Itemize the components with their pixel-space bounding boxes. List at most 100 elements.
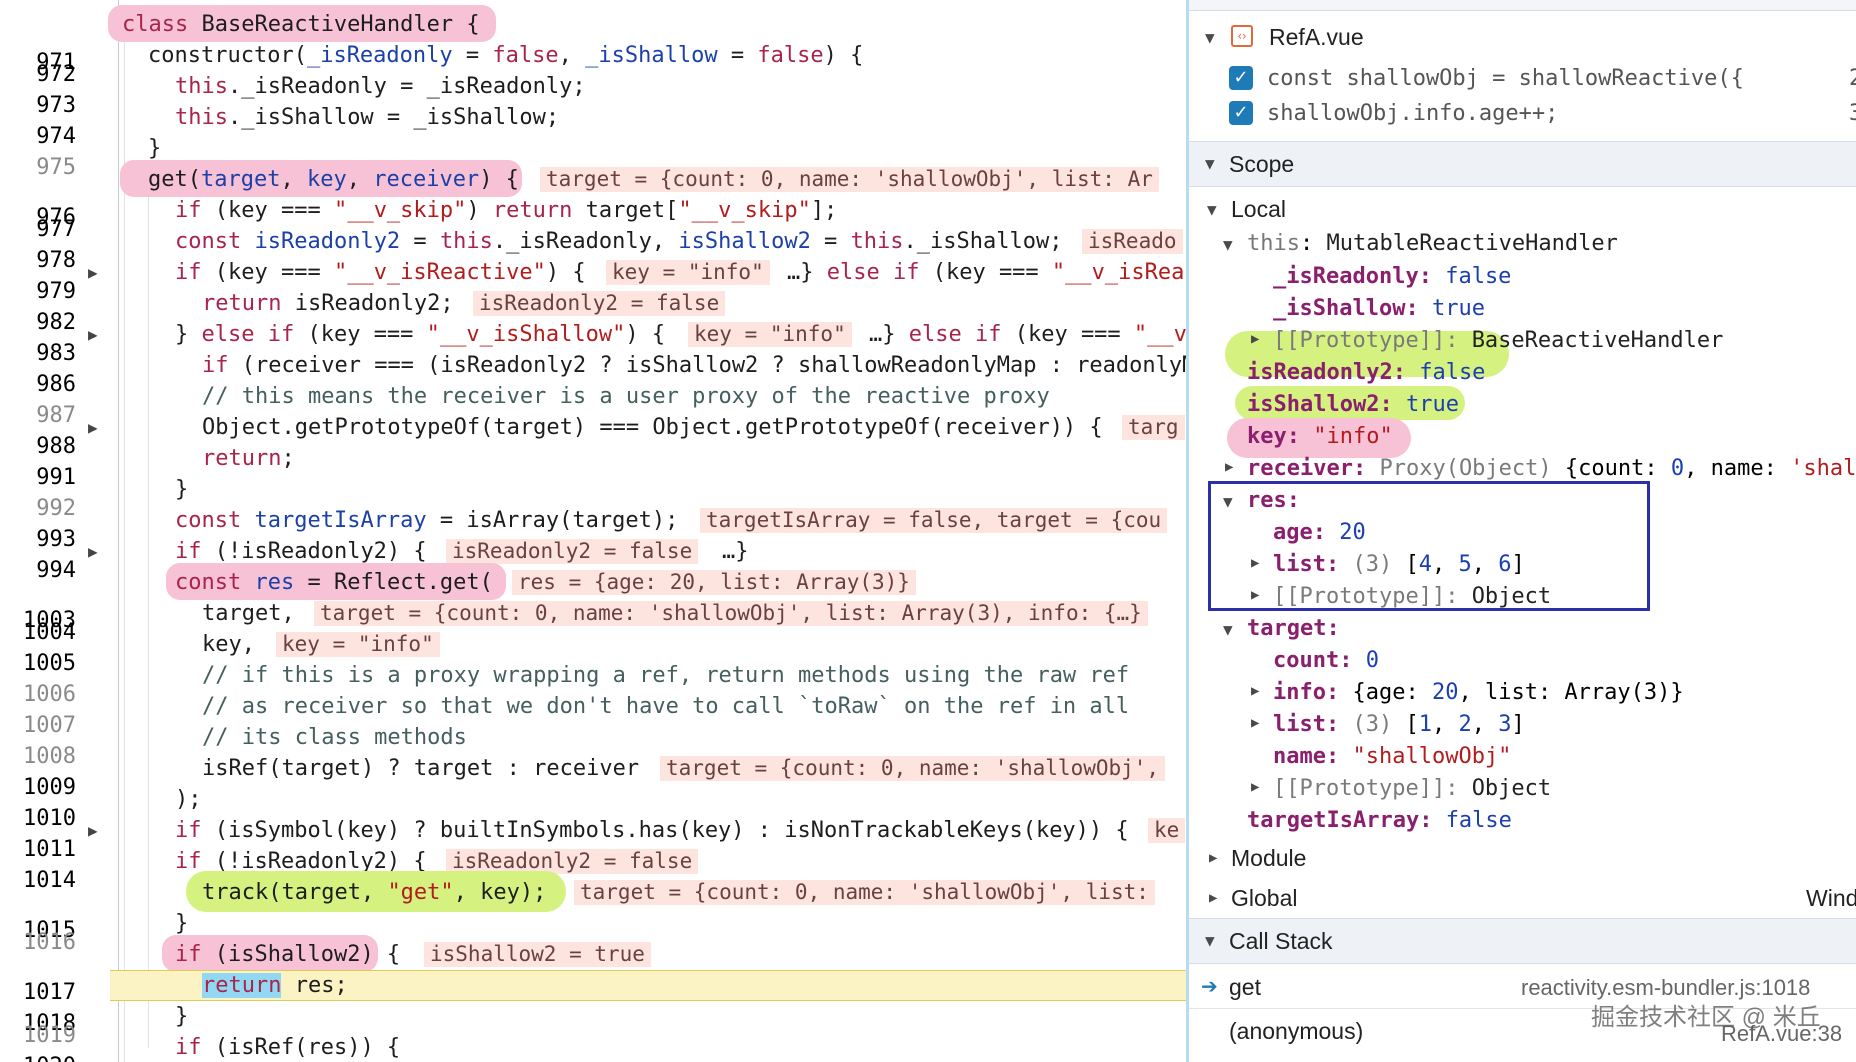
- inline-value: ke: [1148, 818, 1186, 843]
- code-line-1005[interactable]: 1005 key, key = "info": [0, 629, 1186, 676]
- expand-arrow-icon[interactable]: ▶: [88, 815, 106, 846]
- code-line-979[interactable]: 979 ▶ if (key === "__v_isReactive") { ke…: [0, 257, 1186, 304]
- inline-value: isShallow2 = true: [424, 942, 651, 967]
- chevron-right-icon[interactable]: ▶: [1251, 715, 1259, 731]
- scope-var-targetisarray[interactable]: targetIsArray: false: [1189, 805, 1856, 837]
- scope-global-row[interactable]: ▶ Global Wind: [1189, 882, 1856, 916]
- scope-var-row[interactable]: ▶ list: (3) [1, 2, 3]: [1189, 709, 1856, 741]
- code-line-977[interactable]: 977 if (key === "__v_skip") return targe…: [0, 195, 1186, 242]
- code-line-986[interactable]: 986 if (receiver === (isReadonly2 ? isSh…: [0, 350, 1186, 397]
- scope-var-row[interactable]: name: "shallowObj": [1189, 741, 1856, 773]
- scope-var-row[interactable]: _isReadonly: false: [1189, 261, 1856, 293]
- code-line-1006[interactable]: 1006 // if this is a proxy wrapping a re…: [0, 660, 1186, 707]
- code-comment: // its class methods: [202, 725, 467, 750]
- code-token: if: [175, 818, 202, 843]
- code-token: (key ===: [1001, 322, 1134, 347]
- code-line-1004[interactable]: 1004 target, target = {count: 0, name: '…: [0, 598, 1186, 645]
- code-token: isShallow2: [678, 229, 811, 254]
- chevron-down-icon[interactable]: ▼: [1223, 235, 1233, 254]
- code-line-1010[interactable]: 1010 );: [0, 784, 1186, 831]
- var-name: this: [1247, 231, 1300, 256]
- code-line-1009[interactable]: 1009 isRef(target) ? target : receiver t…: [0, 753, 1186, 800]
- chevron-down-icon[interactable]: ▼: [1205, 28, 1215, 47]
- callstack-section-header[interactable]: ▼ Call Stack: [1189, 918, 1856, 964]
- scope-local-row[interactable]: ▼ Local: [1189, 192, 1856, 226]
- code-line-973[interactable]: 973 this._isReadonly = _isReadonly;: [0, 71, 1186, 118]
- expand-arrow-icon[interactable]: ▶: [88, 257, 106, 288]
- code-token: if: [175, 1035, 202, 1060]
- scope-var-isshallow2[interactable]: isShallow2: true: [1189, 389, 1856, 421]
- chevron-right-icon[interactable]: ▶: [1251, 331, 1259, 347]
- var-value: 0: [1670, 456, 1685, 481]
- expand-arrow-icon[interactable]: ▶: [88, 319, 106, 350]
- var-value: {count:: [1551, 456, 1671, 481]
- scope-var-row[interactable]: ▶ [[Prototype]]: Object: [1189, 773, 1856, 805]
- code-line-1003[interactable]: 1003 const res = Reflect.get( res = {age…: [0, 563, 1186, 633]
- code-token: target: [200, 167, 281, 192]
- code-line-1020[interactable]: 1020 if (isRef(res)) {: [0, 1032, 1186, 1062]
- code-token: res;: [281, 973, 348, 998]
- code-line-1007[interactable]: 1007 // as receiver so that we don't hav…: [0, 691, 1186, 738]
- breakpoint-file-row[interactable]: ▼ ‹› RefA.vue: [1189, 18, 1856, 58]
- chevron-down-icon[interactable]: ▼: [1223, 620, 1233, 639]
- scope-var-this[interactable]: ▼ this: MutableReactiveHandler: [1189, 228, 1856, 260]
- code-line-988[interactable]: 988 ▶ Object.getPrototypeOf(target) === …: [0, 412, 1186, 459]
- chevron-down-icon[interactable]: ▼: [1205, 931, 1215, 950]
- code-line-991[interactable]: 991 return;: [0, 443, 1186, 490]
- code-line-976[interactable]: 976 get(target, key, receiver) { target …: [0, 160, 1186, 230]
- code-token: isReadonly2: [254, 229, 401, 254]
- code-line-1015[interactable]: 1015 track(target, "get", key); target =…: [0, 871, 1186, 943]
- code-token: {: [453, 12, 480, 37]
- inline-value: key = "info": [276, 632, 440, 657]
- code-line-971[interactable]: 971 class BaseReactiveHandler {: [0, 5, 1186, 75]
- breakpoint-checkbox[interactable]: ✓: [1229, 101, 1253, 125]
- code-editor[interactable]: 971 class BaseReactiveHandler { 972 cons…: [0, 0, 1186, 1062]
- code-line-1019[interactable]: 1019 }: [0, 1001, 1186, 1048]
- code-line-982[interactable]: 982 return isReadonly2; isReadonly2 = fa…: [0, 288, 1186, 335]
- code-comment: // this means the receiver is a user pro…: [202, 384, 1050, 409]
- scope-var-isreadonly2[interactable]: isReadonly2: false: [1189, 357, 1856, 389]
- var-name: isReadonly2: [1247, 360, 1393, 385]
- chevron-right-icon[interactable]: ▶: [1251, 683, 1259, 699]
- expand-arrow-icon[interactable]: ▶: [88, 536, 106, 567]
- code-token: const: [175, 570, 255, 595]
- scope-var-key[interactable]: key: "info": [1189, 421, 1856, 453]
- breakpoint-row[interactable]: ✓ const shallowObj = shallowReactive({ 2: [1189, 62, 1856, 94]
- breakpoint-row[interactable]: ✓ shallowObj.info.age++; 3: [1189, 95, 1856, 127]
- code-token: this: [439, 229, 493, 254]
- var-value: Object: [1471, 776, 1552, 801]
- scope-var-row[interactable]: ▶ info: {age: 20, list: Array(3)}: [1189, 677, 1856, 709]
- code-line-978[interactable]: 978 const isReadonly2 = this._isReadonly…: [0, 226, 1186, 273]
- var-value: [: [1405, 712, 1419, 737]
- code-line-993[interactable]: 993 const targetIsArray = isArray(target…: [0, 505, 1186, 552]
- code-line-1011[interactable]: 1011 ▶ if (isSymbol(key) ? builtInSymbol…: [0, 815, 1186, 862]
- chevron-down-icon[interactable]: ▼: [1207, 200, 1217, 219]
- code-token: get(: [148, 167, 201, 192]
- code-line-992[interactable]: 992 }: [0, 474, 1186, 521]
- inline-value: isReadonly2 = false: [446, 539, 699, 564]
- code-comment: // if this is a proxy wrapping a ref, re…: [202, 663, 1130, 688]
- code-line-1018[interactable]: 1018 return res;: [0, 970, 1186, 1036]
- scope-var-target[interactable]: ▼ target:: [1189, 613, 1856, 645]
- var-name: _isReadonly: [1273, 264, 1419, 289]
- expand-arrow-icon[interactable]: ▶: [88, 412, 106, 443]
- breakpoint-checkbox[interactable]: ✓: [1229, 66, 1253, 90]
- scope-var-row[interactable]: _isShallow: true: [1189, 293, 1856, 325]
- chevron-right-icon[interactable]: ▶: [1209, 890, 1217, 906]
- code-line-972[interactable]: 972 constructor(_isReadonly = false, _is…: [0, 40, 1186, 87]
- scope-var-row[interactable]: count: 0: [1189, 645, 1856, 677]
- chevron-right-icon[interactable]: ▶: [1251, 779, 1259, 795]
- code-line-1017[interactable]: 1017 if (isShallow2) { isShallow2 = true: [0, 935, 1186, 1005]
- line-number[interactable]: 1020: [0, 1051, 76, 1062]
- scope-var-prototype[interactable]: ▶ [[Prototype]]: BaseReactiveHandler: [1189, 325, 1856, 357]
- code-line-1008[interactable]: 1008 // its class methods: [0, 722, 1186, 769]
- chevron-down-icon[interactable]: ▼: [1205, 154, 1215, 173]
- code-line-983[interactable]: 983 ▶ } else if (key === "__v_isShallow"…: [0, 319, 1186, 366]
- code-line-987[interactable]: 987 // this means the receiver is a user…: [0, 381, 1186, 428]
- code-line-1014[interactable]: 1014 if (!isReadonly2) { isReadonly2 = f…: [0, 846, 1186, 893]
- scope-section-header[interactable]: ▼ Scope: [1189, 141, 1856, 187]
- code-line-974[interactable]: 974 this._isShallow = _isShallow;: [0, 102, 1186, 149]
- chevron-right-icon[interactable]: ▶: [1209, 850, 1217, 866]
- chevron-right-icon[interactable]: ▶: [1225, 459, 1233, 475]
- scope-module-row[interactable]: ▶ Module: [1189, 842, 1856, 876]
